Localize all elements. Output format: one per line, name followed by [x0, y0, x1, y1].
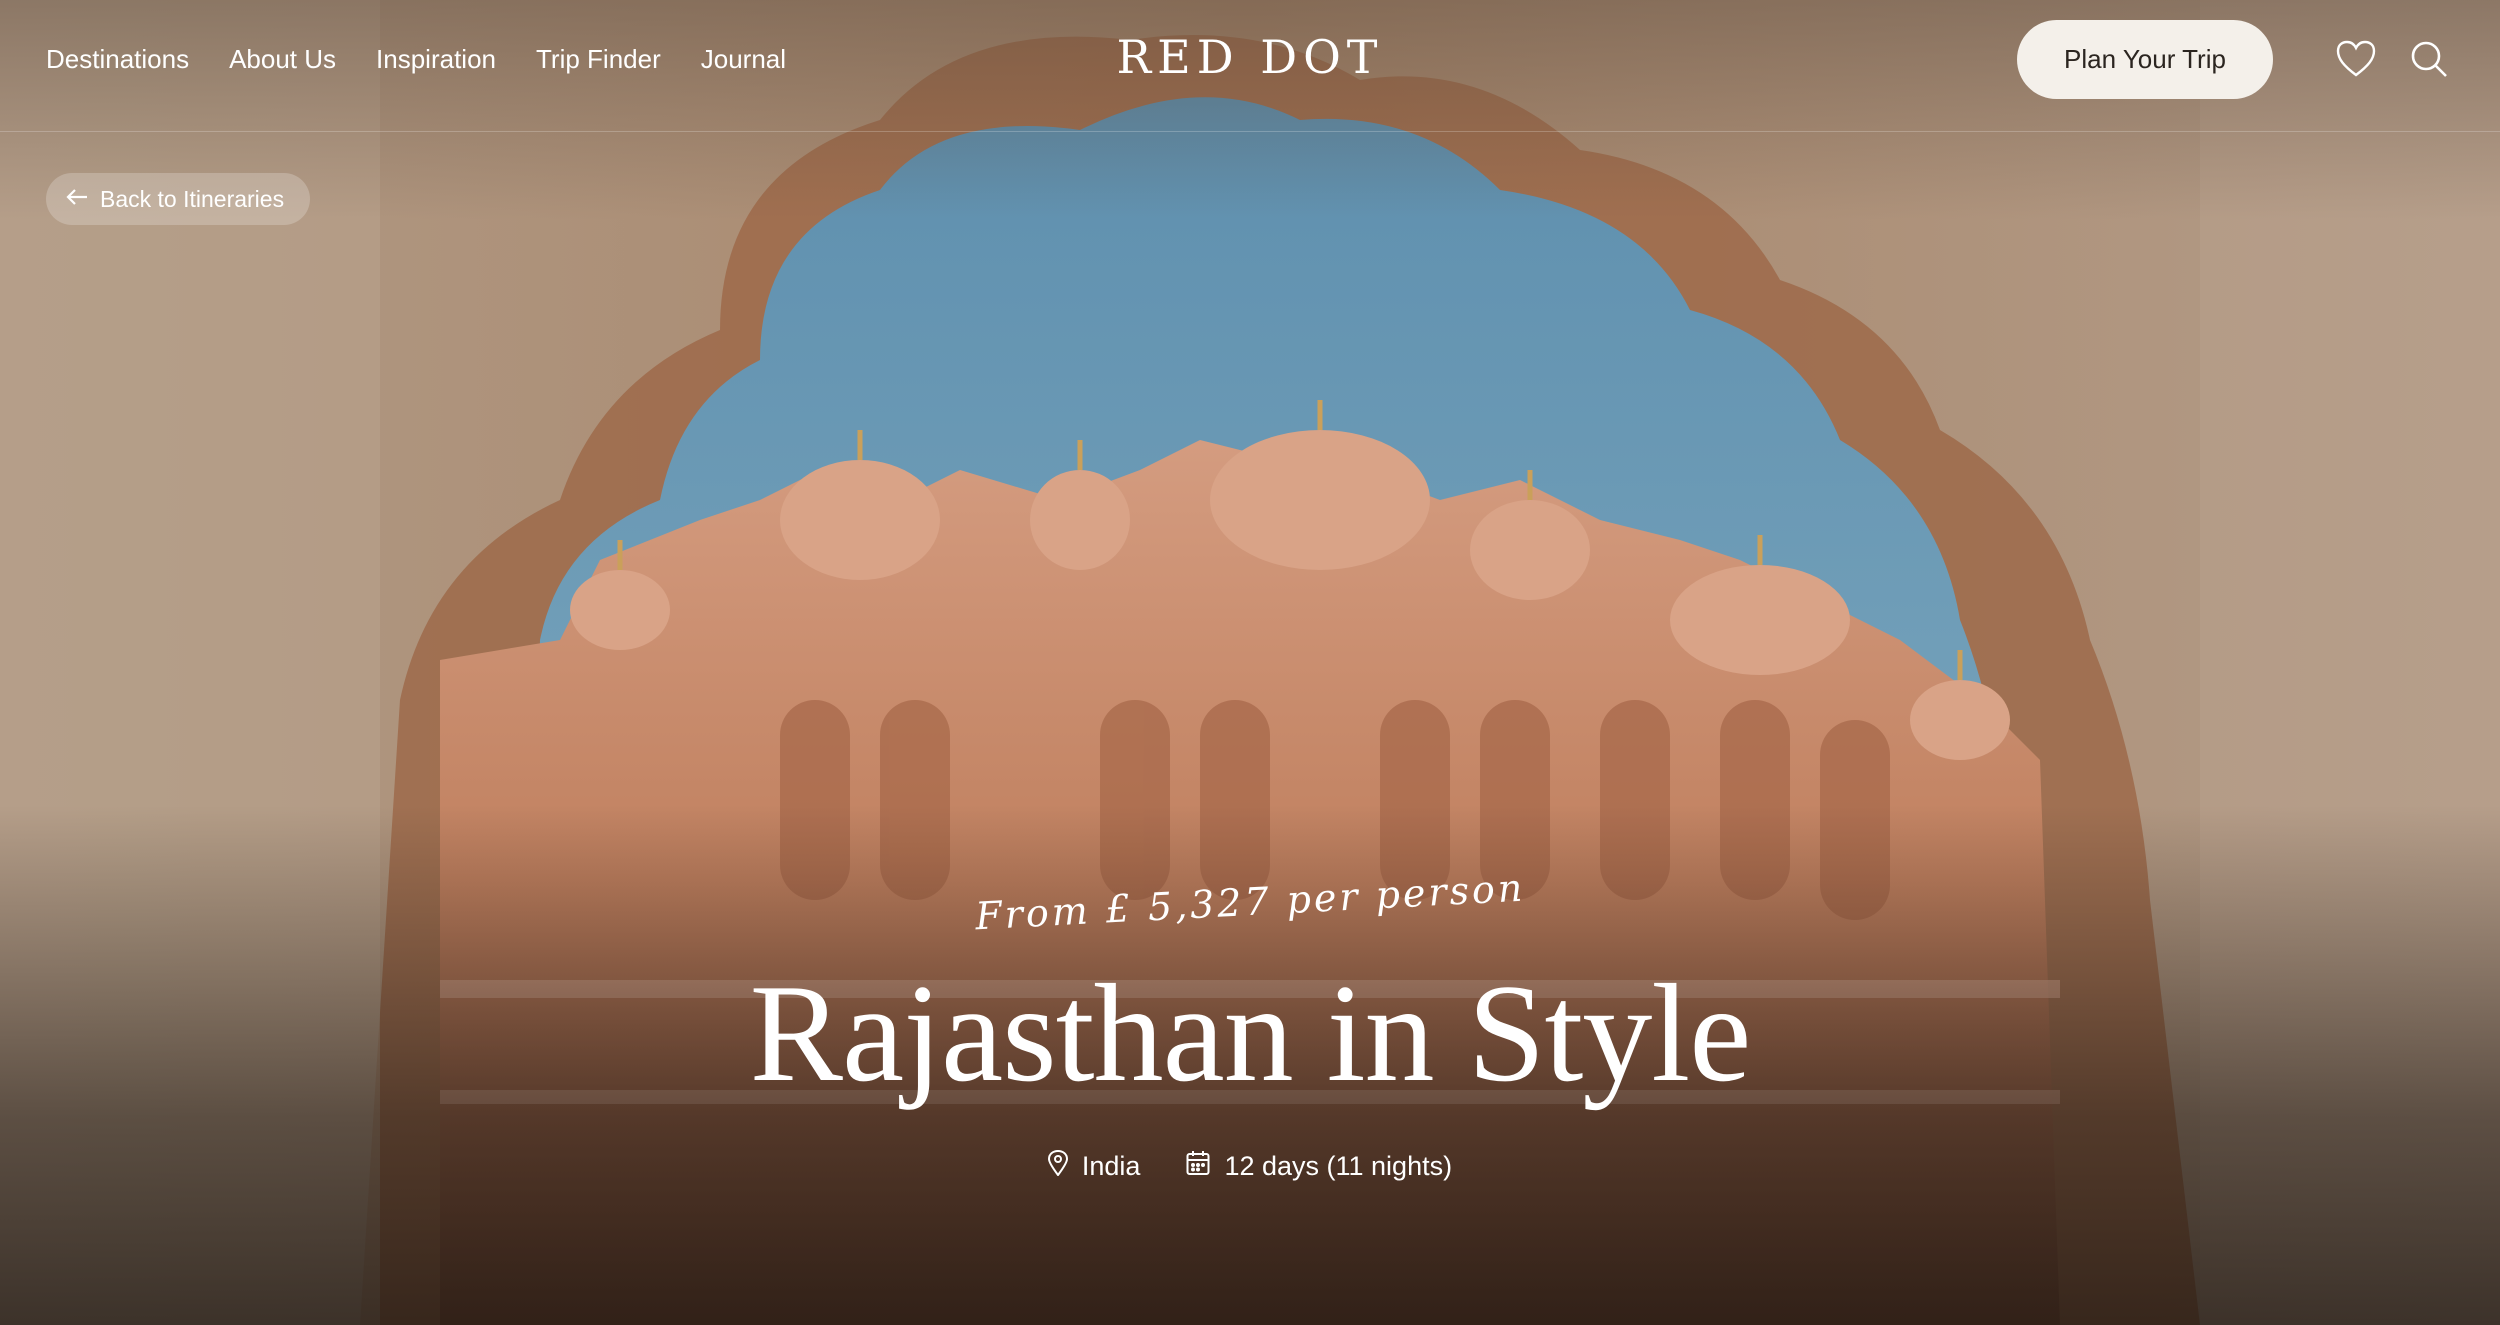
site-header: Destinations About Us Inspiration Trip F… — [0, 0, 2500, 132]
calendar-icon — [1186, 1150, 1210, 1183]
nav-item-destinations[interactable]: Destinations — [46, 40, 189, 78]
back-label: Back to Itineraries — [100, 185, 285, 212]
location-label: India — [1081, 1151, 1141, 1181]
plan-your-trip-button[interactable]: Plan Your Trip — [2017, 20, 2273, 99]
page-title: Rajasthan in Style — [749, 956, 1752, 1111]
nav-item-inspiration[interactable]: Inspiration — [376, 40, 496, 78]
heart-icon[interactable] — [2333, 36, 2379, 82]
map-pin-icon — [1047, 1149, 1068, 1183]
nav-item-trip-finder[interactable]: Trip Finder — [536, 40, 661, 78]
arrow-left-icon — [66, 188, 88, 211]
trip-duration: 12 days (11 nights) — [1186, 1150, 1452, 1183]
duration-label: 12 days (11 nights) — [1224, 1151, 1453, 1181]
nav-item-journal[interactable]: Journal — [701, 40, 786, 78]
trip-meta: India 12 days (11 nights) — [0, 1149, 2500, 1183]
main-nav: Destinations About Us Inspiration Trip F… — [46, 40, 786, 78]
search-icon[interactable] — [2406, 36, 2452, 82]
back-to-itineraries-button[interactable]: Back to Itineraries — [46, 173, 311, 225]
hero-section: Destinations About Us Inspiration Trip F… — [0, 0, 2500, 1325]
trip-title-block: From £ 5,327 per person Rajasthan in Sty… — [0, 866, 2500, 1183]
trip-location: India — [1047, 1149, 1141, 1183]
nav-item-about-us[interactable]: About Us — [229, 40, 336, 78]
